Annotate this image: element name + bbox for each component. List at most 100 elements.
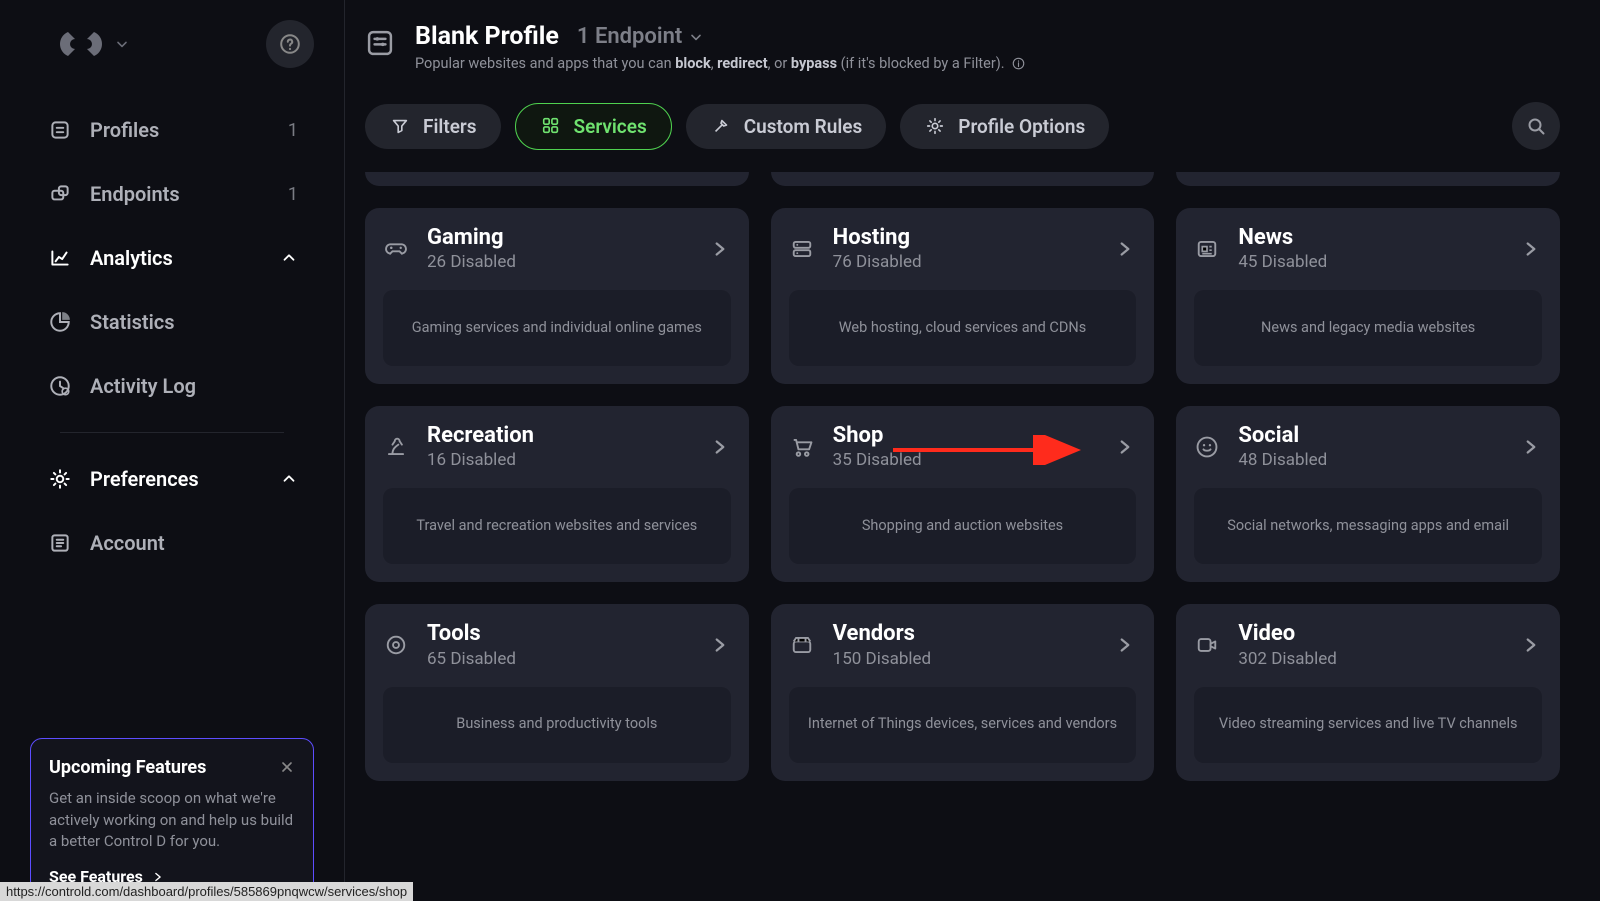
sidebar-item-count: 1 [288, 184, 298, 205]
filter-icon [390, 116, 410, 136]
profiles-icon [48, 118, 72, 142]
chevron-right-icon [709, 436, 731, 458]
card-description: Shopping and auction websites [789, 488, 1137, 564]
recreation-icon [383, 434, 409, 460]
chevron-up-icon [280, 249, 298, 267]
chevron-right-icon [1520, 634, 1542, 656]
info-icon[interactable] [1011, 56, 1026, 71]
sidebar-item-endpoints[interactable]: Endpoints 1 [30, 162, 314, 226]
activity-icon [48, 374, 72, 398]
tab-services[interactable]: Services [515, 103, 672, 150]
endpoints-icon [48, 182, 72, 206]
card-description: Business and productivity tools [383, 687, 731, 763]
cards-scroll[interactable]: Gaming26 Disabled Gaming services and ind… [365, 172, 1560, 901]
sidebar-item-label: Preferences [90, 467, 280, 491]
status-bar: https://controld.com/dashboard/profiles/… [0, 882, 413, 901]
service-card-gaming[interactable]: Gaming26 Disabled Gaming services and ind… [365, 208, 749, 384]
sidebar-item-label: Endpoints [90, 182, 288, 206]
card-title: Social [1238, 424, 1502, 448]
endpoint-dropdown[interactable]: 1 Endpoint [577, 24, 704, 49]
vendors-icon [789, 632, 815, 658]
card-description: Internet of Things devices, services and… [789, 687, 1137, 763]
news-icon [1194, 236, 1220, 262]
statistics-icon [48, 310, 72, 334]
search-icon [1526, 116, 1546, 136]
search-button[interactable] [1512, 102, 1560, 150]
axe-icon [711, 116, 731, 136]
service-card-social[interactable]: Social48 Disabled Social networks, messag… [1176, 406, 1560, 582]
tab-profile-options[interactable]: Profile Options [900, 104, 1109, 149]
account-icon [48, 531, 72, 555]
upcoming-close-button[interactable] [279, 759, 295, 775]
card-subtitle: 35 Disabled [833, 450, 1097, 470]
close-icon [279, 759, 295, 775]
card-subtitle: 76 Disabled [833, 252, 1097, 272]
sidebar-item-analytics[interactable]: Analytics [30, 226, 314, 290]
card-title: Video [1238, 622, 1502, 646]
service-card-tools[interactable]: Tools65 DisabledBusiness and productivit… [365, 604, 749, 780]
card-description: Video streaming services and live TV cha… [1194, 687, 1542, 763]
sidebar-item-label: Statistics [90, 310, 298, 334]
upcoming-features-card: Upcoming Features Get an inside scoop on… [30, 738, 314, 901]
sidebar-item-preferences[interactable]: Preferences [30, 447, 314, 511]
sidebar-item-activity-log[interactable]: Activity Log [30, 354, 314, 418]
sliders-icon [365, 28, 395, 58]
card-title: Vendors [833, 622, 1097, 646]
service-card-hosting[interactable]: Hosting76 Disabled Web hosting, cloud ser… [771, 208, 1155, 384]
card-title: Tools [427, 622, 691, 646]
card-description: News and legacy media websites [1194, 290, 1542, 366]
card-stub [365, 172, 749, 186]
page-description: Popular websites and apps that you can b… [415, 55, 1026, 72]
chevron-right-icon [1520, 436, 1542, 458]
partial-row [365, 172, 1560, 186]
card-description: Gaming services and individual online ga… [383, 290, 731, 366]
card-title: Recreation [427, 424, 691, 448]
service-card-video[interactable]: Video 302 Disabled Video streaming service… [1176, 604, 1560, 780]
help-button[interactable] [266, 20, 314, 68]
tab-label: Profile Options [958, 115, 1085, 138]
card-subtitle: 302 Disabled [1238, 649, 1502, 669]
endpoint-label: 1 Endpoint [577, 24, 682, 49]
sidebar-item-account[interactable]: Account [30, 511, 314, 575]
service-card-news[interactable]: News45 Disabled News and legacy media web… [1176, 208, 1560, 384]
sidebar-item-statistics[interactable]: Statistics [30, 290, 314, 354]
card-title: News [1238, 226, 1502, 250]
tab-label: Custom Rules [744, 115, 863, 138]
chevron-down-icon [114, 36, 130, 52]
logo[interactable] [56, 24, 130, 64]
sidebar-item-label: Account [90, 531, 298, 555]
card-title: Shop [833, 424, 1097, 448]
sidebar-item-profiles[interactable]: Profiles 1 [30, 98, 314, 162]
main-content: Blank Profile 1 Endpoint Popular website… [345, 0, 1600, 901]
upcoming-title: Upcoming Features [49, 757, 206, 778]
tab-filters[interactable]: Filters [365, 104, 501, 149]
service-card-vendors[interactable]: Vendors150 DisabledInternet of Things de… [771, 604, 1155, 780]
cards-grid: Gaming26 Disabled Gaming services and ind… [365, 208, 1560, 781]
card-description: Web hosting, cloud services and CDNs [789, 290, 1137, 366]
card-description: Social networks, messaging apps and emai… [1194, 488, 1542, 564]
tab-custom-rules[interactable]: Custom Rules [686, 104, 887, 149]
card-description: Travel and recreation websites and servi… [383, 488, 731, 564]
card-subtitle: 45 Disabled [1238, 252, 1502, 272]
sidebar-item-label: Analytics [90, 246, 280, 270]
card-title: Gaming [427, 226, 691, 250]
gaming-icon [383, 236, 409, 262]
social-icon [1194, 434, 1220, 460]
service-card-recreation[interactable]: Recreation16 Disabled Travel and recreati… [365, 406, 749, 582]
divider [60, 432, 284, 433]
card-subtitle: 48 Disabled [1238, 450, 1502, 470]
tools-icon [383, 632, 409, 658]
upcoming-body: Get an inside scoop on what we're active… [49, 788, 295, 853]
sidebar: Profiles 1 Endpoints 1 Analytics Statist… [0, 0, 345, 901]
chevron-right-icon [709, 634, 731, 656]
chevron-right-icon [1114, 436, 1136, 458]
chevron-up-icon [280, 470, 298, 488]
shop-icon [789, 434, 815, 460]
card-subtitle: 26 Disabled [427, 252, 691, 272]
sidebar-item-label: Profiles [90, 118, 288, 142]
chevron-right-icon [709, 238, 731, 260]
card-title: Hosting [833, 226, 1097, 250]
page-icon [365, 28, 397, 60]
service-card-shop[interactable]: Shop35 Disabled Shopping and auction webs… [771, 406, 1155, 582]
card-subtitle: 16 Disabled [427, 450, 691, 470]
